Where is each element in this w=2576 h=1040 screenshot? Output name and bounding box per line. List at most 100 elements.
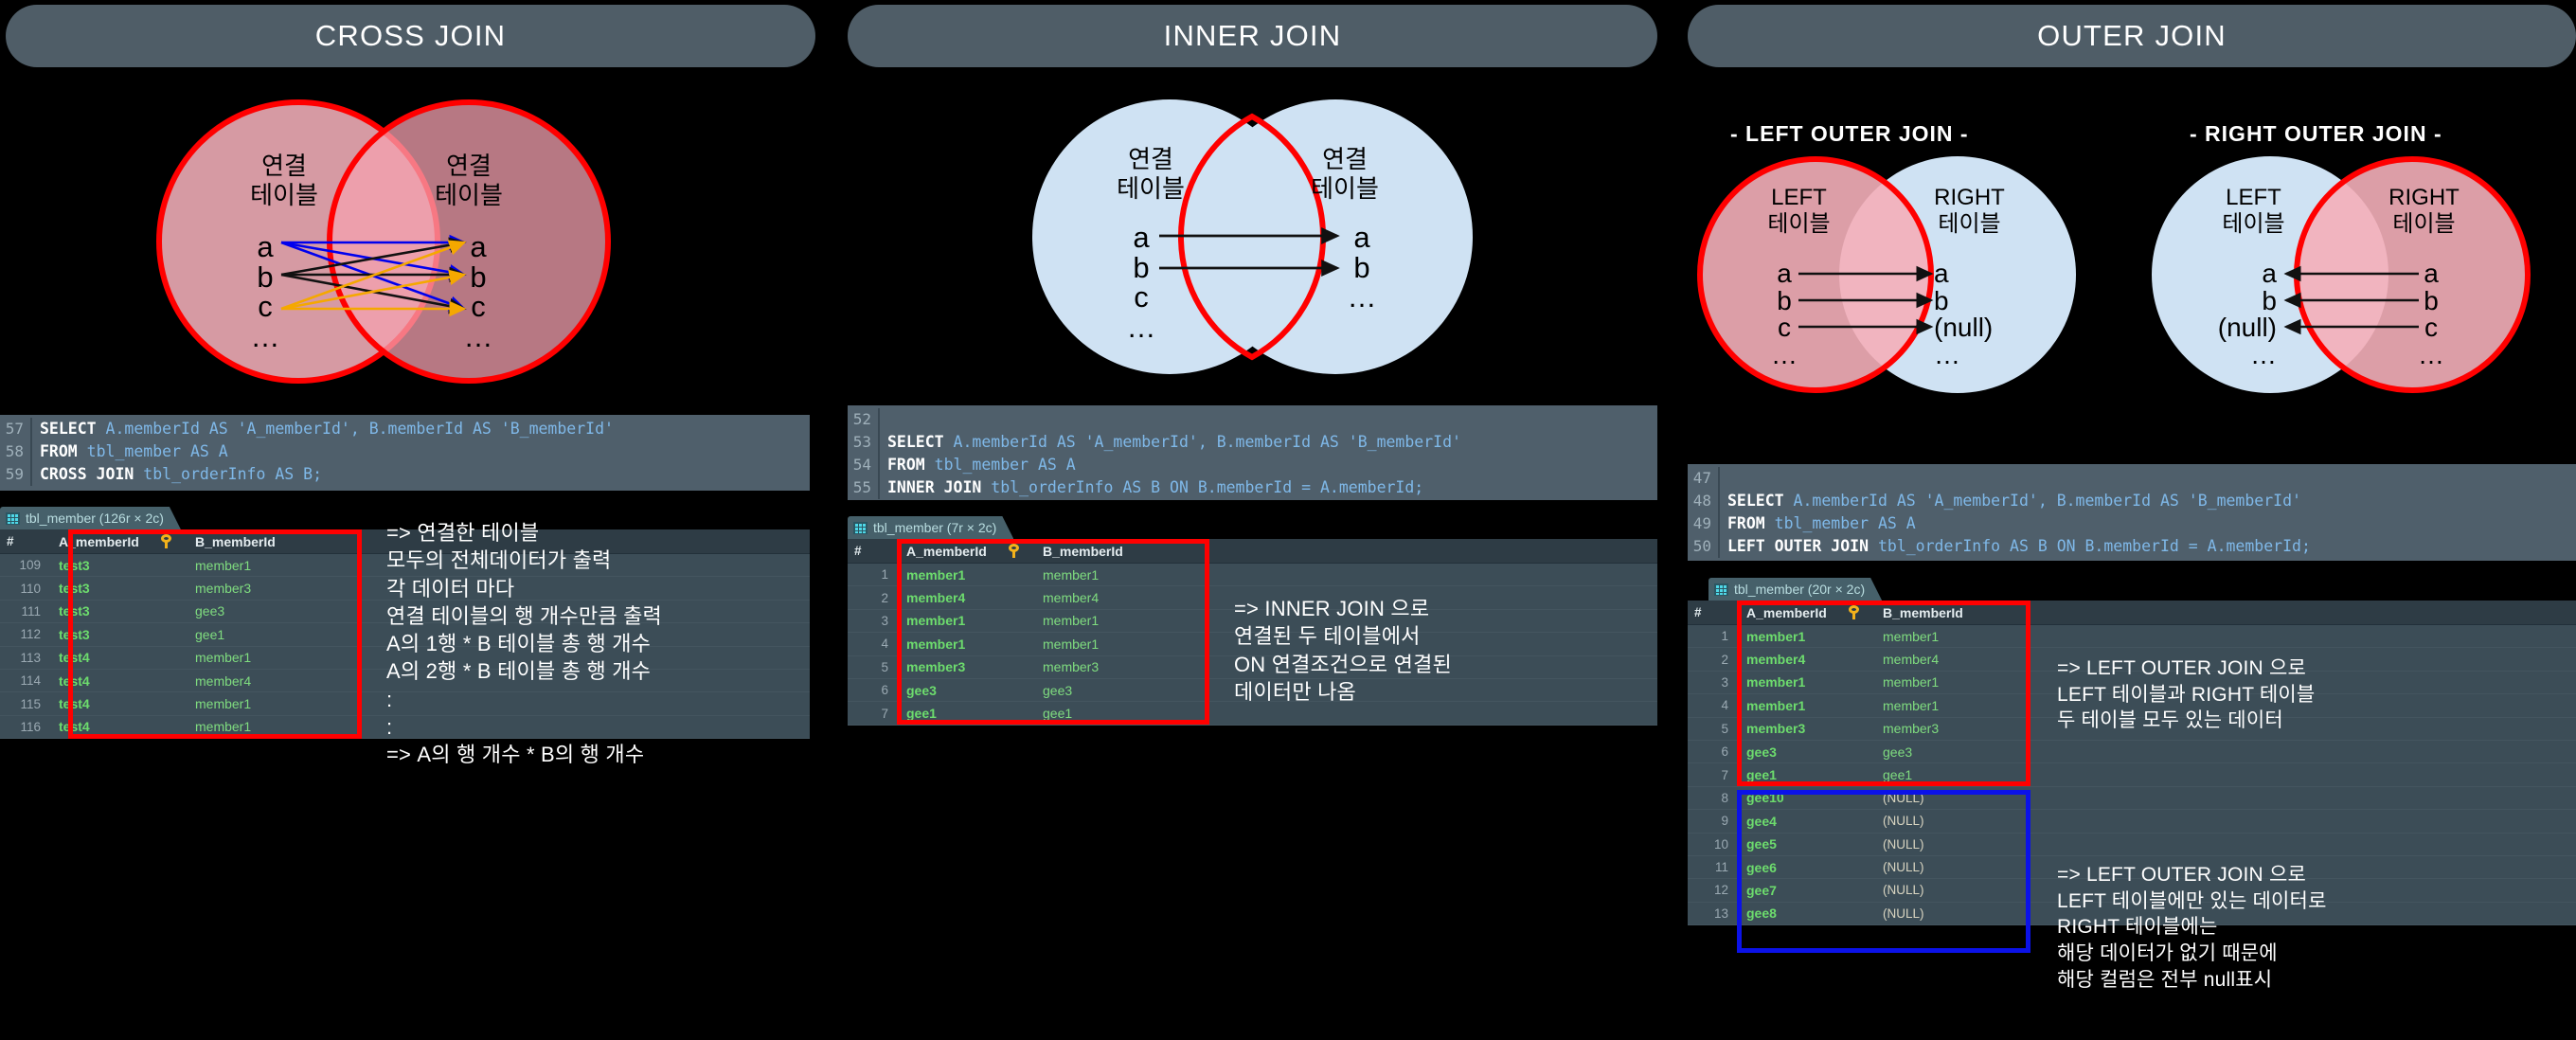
sql-text: tbl_orderInfo AS B ON B.memberId = A.mem… [981,478,1424,496]
cell-a: member1 [1746,628,1806,644]
line-number: 58 [0,440,32,463]
cell-b: member1 [195,719,252,735]
line-number: 57 [0,418,32,440]
row-index: 109 [19,558,41,573]
cell-b: member4 [1043,590,1100,606]
sql-keyword: SELECT [887,433,944,451]
result-tab-label: tbl_member (7r × 2c) [873,520,997,535]
result-tab[interactable]: tbl_member (7r × 2c) [848,516,1013,539]
venn-right-label: 연결 테이블 [1311,145,1379,203]
row-index: 1 [881,567,888,583]
line-number: 54 [848,454,880,476]
grid-header-row: # A_memberId B_memberId [848,539,1657,564]
cell-b: member1 [1883,674,1940,690]
row-index: 13 [1713,906,1728,921]
cell-b: gee3 [1883,744,1913,760]
sql-text: tbl_orderInfo AS B; [134,465,323,483]
cell-a: member3 [906,659,966,675]
cell-b: member1 [195,650,252,666]
cell-b: gee1 [1043,706,1073,722]
inner-join-column: INNER JOIN 연결 테이블 연결 테이블 a b c … a b … 5… [848,0,1681,1040]
table-row[interactable]: 1 member1 member1 [1688,625,2576,649]
table-row[interactable]: 6 gee3 gee3 [1688,741,2576,764]
cell-a: member1 [906,566,966,583]
cell-b: member1 [1043,613,1100,629]
cell-a: test3 [59,626,90,642]
table-row[interactable]: 8 gee10 (NULL) [1688,787,2576,811]
col-header-a: A_memberId [59,533,139,549]
row-index: 10 [1713,836,1728,852]
primary-key-icon [161,534,188,548]
cell-b-null: (NULL) [1883,906,1924,921]
cell-b: member3 [1883,721,1940,737]
line-number: 52 [848,408,880,431]
venn-right-items: a b (null) … [1934,259,1994,369]
sql-text: tbl_orderInfo AS B ON B.memberId = A.mem… [1869,537,2311,555]
table-icon [6,512,20,525]
table-row[interactable]: 9 gee4 (NULL) [1688,810,2576,834]
cell-b: member4 [1883,652,1940,668]
cell-b-null: (NULL) [1883,814,1924,829]
code-line: 59 CROSS JOIN tbl_orderInfo AS B; [0,463,810,486]
table-row[interactable]: 10 gee5 (NULL) [1688,834,2576,856]
row-index: 4 [881,637,888,652]
result-tab[interactable]: tbl_member (126r × 2c) [0,507,181,529]
sql-keyword: INNER JOIN [887,478,982,496]
right-outer-join-venn: LEFT 테이블 RIGHT 테이블 a b (null) … a b c … [2152,156,2576,403]
cross-join-sql[interactable]: 57 SELECT A.memberId AS 'A_memberId', B.m… [0,415,810,491]
venn-left-label: 연결 테이블 [1117,145,1185,203]
right-outer-join-subtitle: - RIGHT OUTER JOIN - [2190,121,2442,146]
row-index: 6 [1721,744,1728,760]
sql-keyword: FROM [887,456,925,474]
grid-header-row: # A_memberId B_memberId [1688,601,2576,625]
cell-a: gee7 [1746,882,1777,898]
sql-text: A.memberId AS 'A_memberId', B.memberId A… [1783,492,2301,510]
cell-a: gee3 [1746,744,1777,760]
cell-a: member3 [1746,721,1806,737]
cell-a: gee6 [1746,859,1777,875]
row-index: 12 [1713,883,1728,898]
table-row[interactable]: 1 member1 member1 [848,564,1657,587]
cell-b: member1 [1883,628,1940,644]
cell-b: gee1 [1883,767,1913,783]
cell-a: member4 [1746,652,1806,668]
sql-keyword: SELECT [40,420,97,438]
sql-text: tbl_member AS A [1764,514,1916,532]
venn-right-label: RIGHT 테이블 [1934,185,2005,238]
line-number: 55 [848,476,880,499]
cell-b-null: (NULL) [1883,883,1924,898]
cross-join-arrows [280,234,467,317]
sql-keyword: FROM [40,442,78,460]
col-header-a: A_memberId [906,543,987,559]
cell-a: test4 [59,719,90,735]
left-outer-join-subtitle: - LEFT OUTER JOIN - [1730,121,1969,146]
row-index: 111 [21,603,41,619]
code-line: 55 INNER JOIN tbl_orderInfo AS B ON B.mem… [848,476,1657,499]
venn-right-label: RIGHT 테이블 [2388,185,2460,238]
cell-a: gee5 [1746,836,1777,852]
line-number: 49 [1688,512,1720,535]
code-line: 50 LEFT OUTER JOIN tbl_orderInfo AS B ON … [1688,535,2576,558]
col-header-num: # [854,544,862,558]
row-index: 9 [1721,814,1728,829]
outer-join-sql[interactable]: 47 48 SELECT A.memberId AS 'A_memberId', … [1688,464,2576,561]
line-number: 50 [1688,535,1720,558]
cell-a: gee1 [906,706,937,722]
inner-join-arrows [1159,227,1340,277]
sql-keyword: SELECT [1727,492,1784,510]
venn-left-items: a b c … [250,230,280,353]
cross-join-venn: 연결 테이블 연결 테이블 a b c … a b c … [156,99,696,384]
row-index: 5 [881,659,888,674]
result-tab[interactable]: tbl_member (20r × 2c) [1708,578,1882,601]
inner-join-sql[interactable]: 52 53 SELECT A.memberId AS 'A_memberId', … [848,405,1657,500]
sql-text: tbl_member AS A [77,442,228,460]
primary-key-icon [1009,544,1035,558]
table-row[interactable]: 7 gee1 gee1 [1688,763,2576,787]
left-outer-join-arrows [1798,265,1934,335]
table-row[interactable]: 7 gee1 gee1 [848,702,1657,726]
cell-a: member1 [906,613,966,629]
row-index: 4 [1721,698,1728,713]
row-index: 8 [1721,790,1728,805]
sql-text: A.memberId AS 'A_memberId', B.memberId A… [96,420,614,438]
cell-b: member1 [1043,636,1100,652]
